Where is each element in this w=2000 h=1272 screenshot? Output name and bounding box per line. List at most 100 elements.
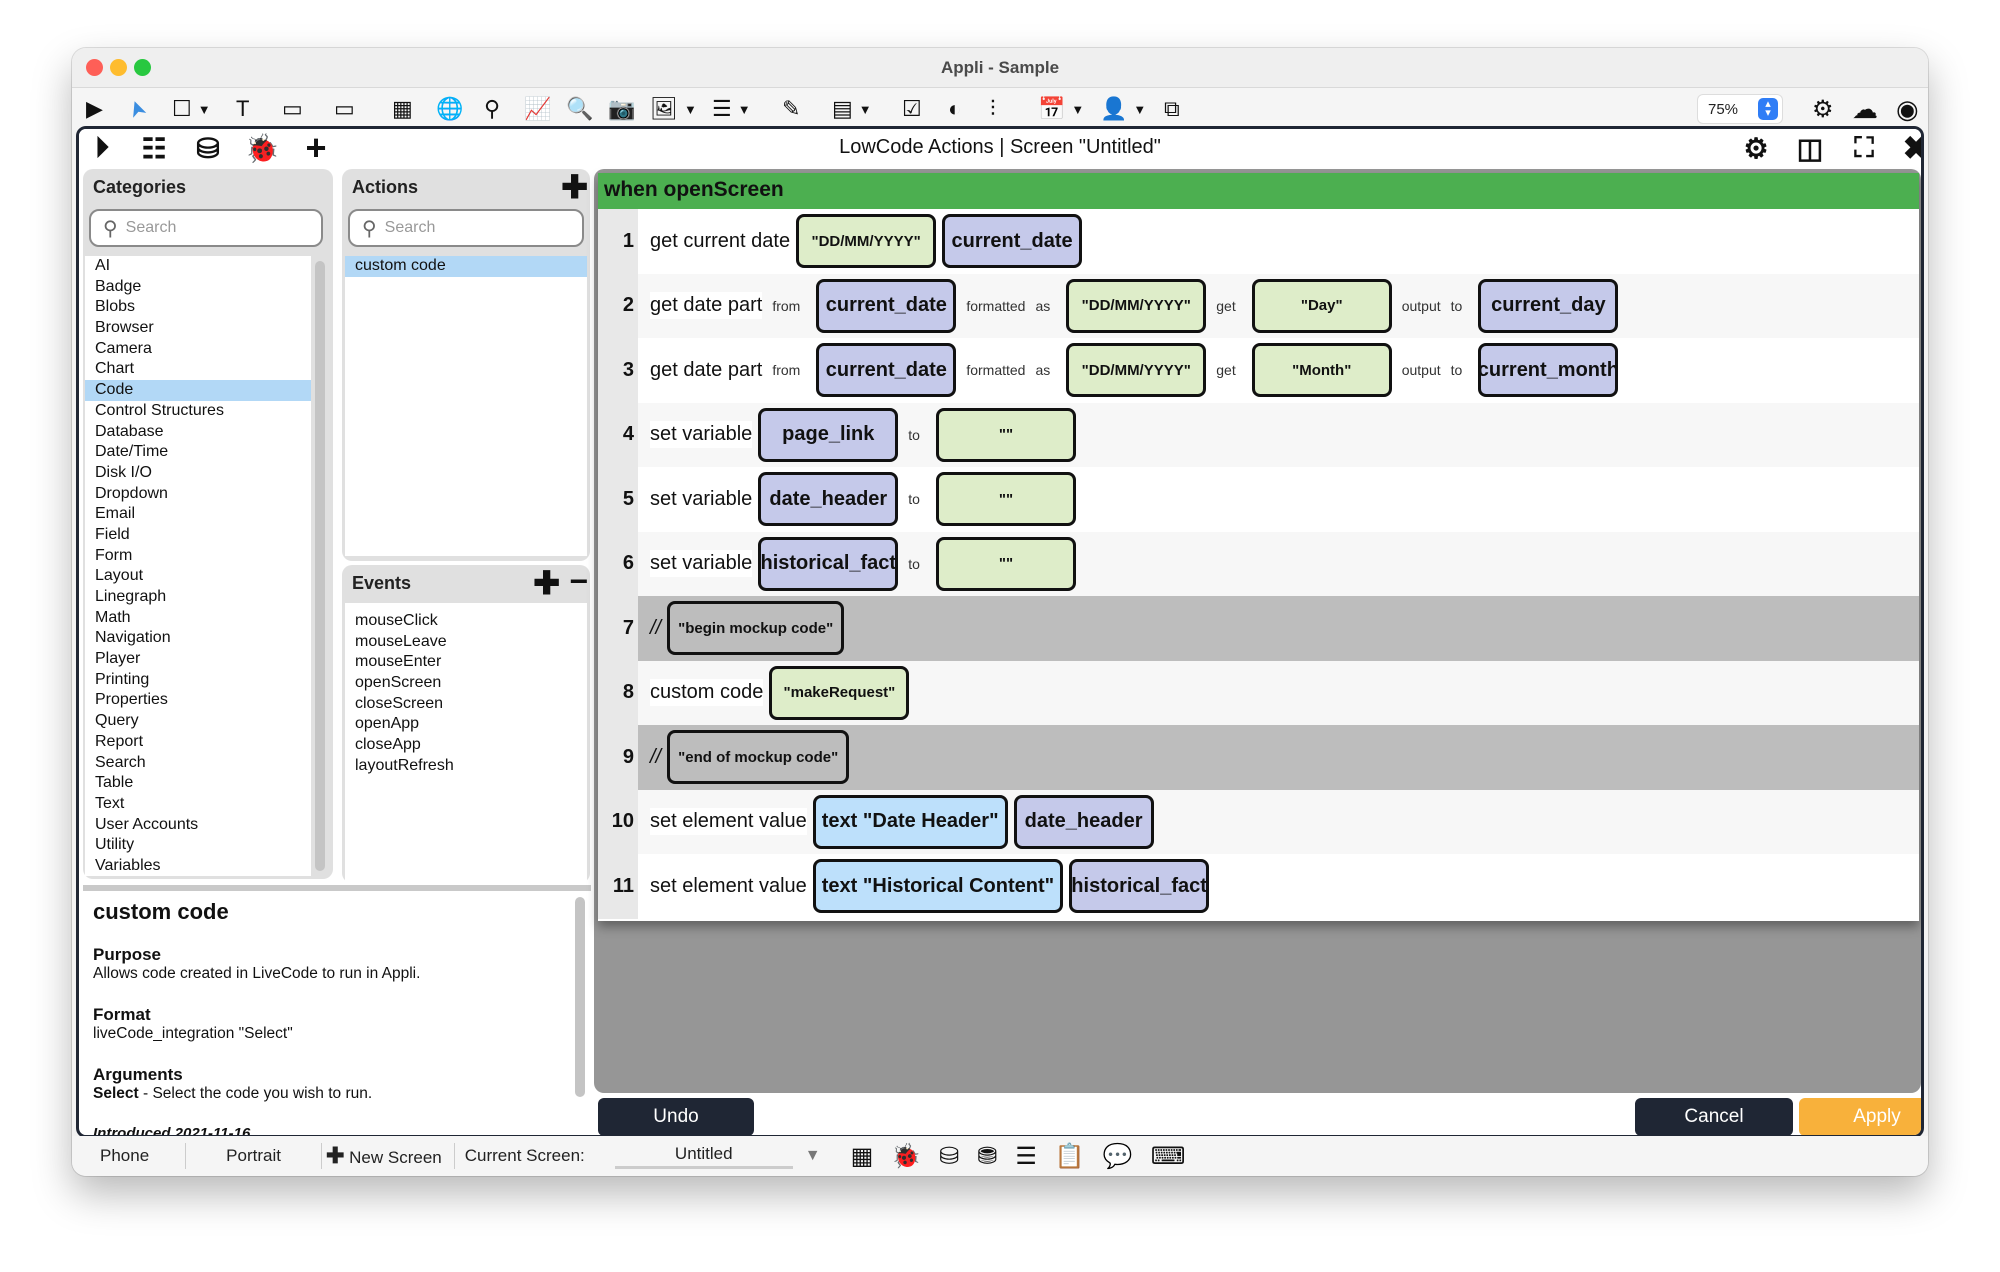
code-line[interactable]: 9 //"end of mockup code" (598, 725, 1919, 790)
category-item[interactable]: Disk I/O (85, 463, 311, 484)
device-select[interactable]: Phone (72, 1146, 185, 1166)
new-screen-button[interactable]: ✚ New Screen (322, 1143, 454, 1169)
category-item[interactable]: Table (85, 773, 311, 794)
dropdown-icon[interactable]: ▤ ▼ (832, 94, 872, 124)
string-chip[interactable]: "DD/MM/YYYY" (1066, 343, 1207, 398)
zoom-stepper-icon[interactable]: ▴ ▾ (1758, 98, 1778, 120)
toggle-icon[interactable]: ◐ (948, 94, 961, 124)
event-item[interactable]: mouseLeave (345, 632, 587, 653)
variable-chip[interactable]: current_day (1478, 278, 1619, 333)
play-icon[interactable]: ▶ (86, 94, 103, 124)
button-icon[interactable]: ▭ (282, 94, 303, 124)
category-item[interactable]: Layout (85, 566, 311, 587)
add-event-icon[interactable]: ✚ (533, 567, 560, 599)
code-line[interactable]: 6 set variable historical_fact to "" (598, 531, 1919, 596)
grid-icon[interactable]: ▦ (392, 94, 413, 124)
comment-chip[interactable]: "begin mockup code" (667, 601, 845, 656)
string-chip[interactable]: "DD/MM/YYYY" (796, 214, 937, 269)
category-item[interactable]: Search (85, 753, 311, 774)
category-item[interactable]: Variables (85, 856, 311, 877)
bug-icon[interactable]: 🐞 (891, 1142, 921, 1171)
category-item[interactable]: Linegraph (85, 587, 311, 608)
add-action-icon[interactable]: ✚ (561, 171, 588, 203)
clipboard-edit-icon[interactable]: 📋 (1055, 1142, 1085, 1171)
account-icon[interactable]: ◉ (1896, 94, 1919, 124)
settings-icon[interactable]: ⚙ (1739, 131, 1773, 165)
event-item[interactable]: closeApp (345, 735, 587, 756)
code-line[interactable]: 1 get current date "DD/MM/YYYY" current_dat… (598, 209, 1919, 274)
category-item[interactable]: Query (85, 711, 311, 732)
code-line[interactable]: 10 set element value text "Date Header" dat… (598, 789, 1919, 854)
chevron-down-icon[interactable]: ▼ (738, 102, 751, 117)
calendar-icon[interactable]: 📅 ▼ (1038, 94, 1084, 124)
map-pin-icon[interactable]: ⚲ (484, 94, 500, 124)
category-item[interactable]: Text (85, 794, 311, 815)
string-chip[interactable]: "makeRequest" (769, 665, 910, 720)
text-icon[interactable]: T (236, 94, 249, 124)
category-item[interactable]: Navigation (85, 628, 311, 649)
field-icon[interactable]: ▭ (334, 94, 355, 124)
event-item[interactable]: openScreen (345, 673, 587, 694)
list-icon[interactable]: ☰ ▼ (712, 94, 751, 124)
categories-search-input[interactable]: ⚲ Search (89, 209, 323, 247)
code-line[interactable]: 2 get date part from current_date formatted a… (598, 273, 1919, 338)
action-item[interactable]: custom code (345, 256, 587, 277)
variable-chip[interactable]: current_date (816, 343, 957, 398)
string-chip[interactable]: "" (935, 536, 1076, 591)
chevron-down-icon[interactable]: ▼ (198, 102, 211, 117)
event-item[interactable]: openApp (345, 714, 587, 735)
chevron-down-icon[interactable]: ▼ (805, 1147, 821, 1165)
close-icon[interactable]: ✖ (1899, 130, 1921, 166)
category-item[interactable]: Properties (85, 690, 311, 711)
category-item[interactable]: Control Structures (85, 401, 311, 422)
event-header[interactable]: when openScreen (598, 173, 1919, 209)
undo-button[interactable]: Undo (598, 1098, 754, 1135)
orientation-select[interactable]: Portrait (186, 1146, 321, 1166)
chevron-down-icon[interactable]: ▼ (684, 102, 697, 117)
category-item[interactable]: Code (85, 380, 311, 401)
category-item[interactable]: Utility (85, 835, 311, 856)
category-item[interactable]: User Accounts (85, 815, 311, 836)
string-chip[interactable]: "DD/MM/YYYY" (1066, 278, 1207, 333)
cancel-button[interactable]: Cancel (1635, 1098, 1793, 1135)
help-scrollbar[interactable] (575, 897, 585, 1097)
category-item[interactable]: Report (85, 732, 311, 753)
element-chip[interactable]: text "Historical Content" (812, 859, 1064, 914)
edit-icon[interactable]: ✎ (782, 94, 800, 124)
category-item[interactable]: Chart (85, 359, 311, 380)
settings-icon[interactable]: ⚙ (1812, 94, 1834, 124)
event-item[interactable]: closeScreen (345, 694, 587, 715)
category-item[interactable]: Printing (85, 670, 311, 691)
category-item[interactable]: Blobs (85, 297, 311, 318)
widget-icon[interactable]: ⧉ (1164, 94, 1180, 124)
image-icon[interactable]: 🖼 ▼ (650, 94, 697, 124)
actions-search-input[interactable]: ⚲ Search (348, 209, 584, 247)
code-line[interactable]: 5 set variable date_header to "" (598, 467, 1919, 532)
code-line[interactable]: 11 set element value text "Historical Cont… (598, 854, 1919, 919)
variable-chip[interactable]: current_date (942, 214, 1083, 269)
globe-icon[interactable]: 🌐 (436, 94, 463, 124)
variable-chip[interactable]: date_header (758, 472, 899, 527)
checkbox-icon[interactable]: ☑ (902, 94, 922, 124)
categories-scrollbar[interactable] (315, 261, 325, 871)
variable-chip[interactable]: current_date (816, 278, 957, 333)
comment-chip[interactable]: "end of mockup code" (667, 730, 850, 785)
layout-grid-icon[interactable]: ▦ (851, 1142, 874, 1171)
code-line[interactable]: 8 custom code "makeRequest" (598, 660, 1919, 725)
event-item[interactable]: layoutRefresh (345, 756, 587, 777)
category-item[interactable]: Email (85, 504, 311, 525)
code-line[interactable]: 4 set variable page_link to "" (598, 402, 1919, 467)
category-item[interactable]: Math (85, 608, 311, 629)
category-item[interactable]: Browser (85, 318, 311, 339)
element-chip[interactable]: text "Date Header" (812, 794, 1008, 849)
code-line[interactable]: 3 get date part from current_date formatted a… (598, 338, 1919, 403)
chat-icon[interactable]: 💬 (1103, 1142, 1133, 1171)
category-item[interactable]: Camera (85, 339, 311, 360)
code-line[interactable]: 7 //"begin mockup code" (598, 596, 1919, 661)
event-item[interactable]: mouseEnter (345, 652, 587, 673)
event-item[interactable]: mouseClick (345, 611, 587, 632)
string-chip[interactable]: "" (935, 472, 1076, 527)
current-screen-select[interactable]: Untitled (614, 1144, 793, 1169)
string-chip[interactable]: "" (935, 407, 1076, 462)
camera-icon[interactable]: 📷 (608, 94, 635, 124)
